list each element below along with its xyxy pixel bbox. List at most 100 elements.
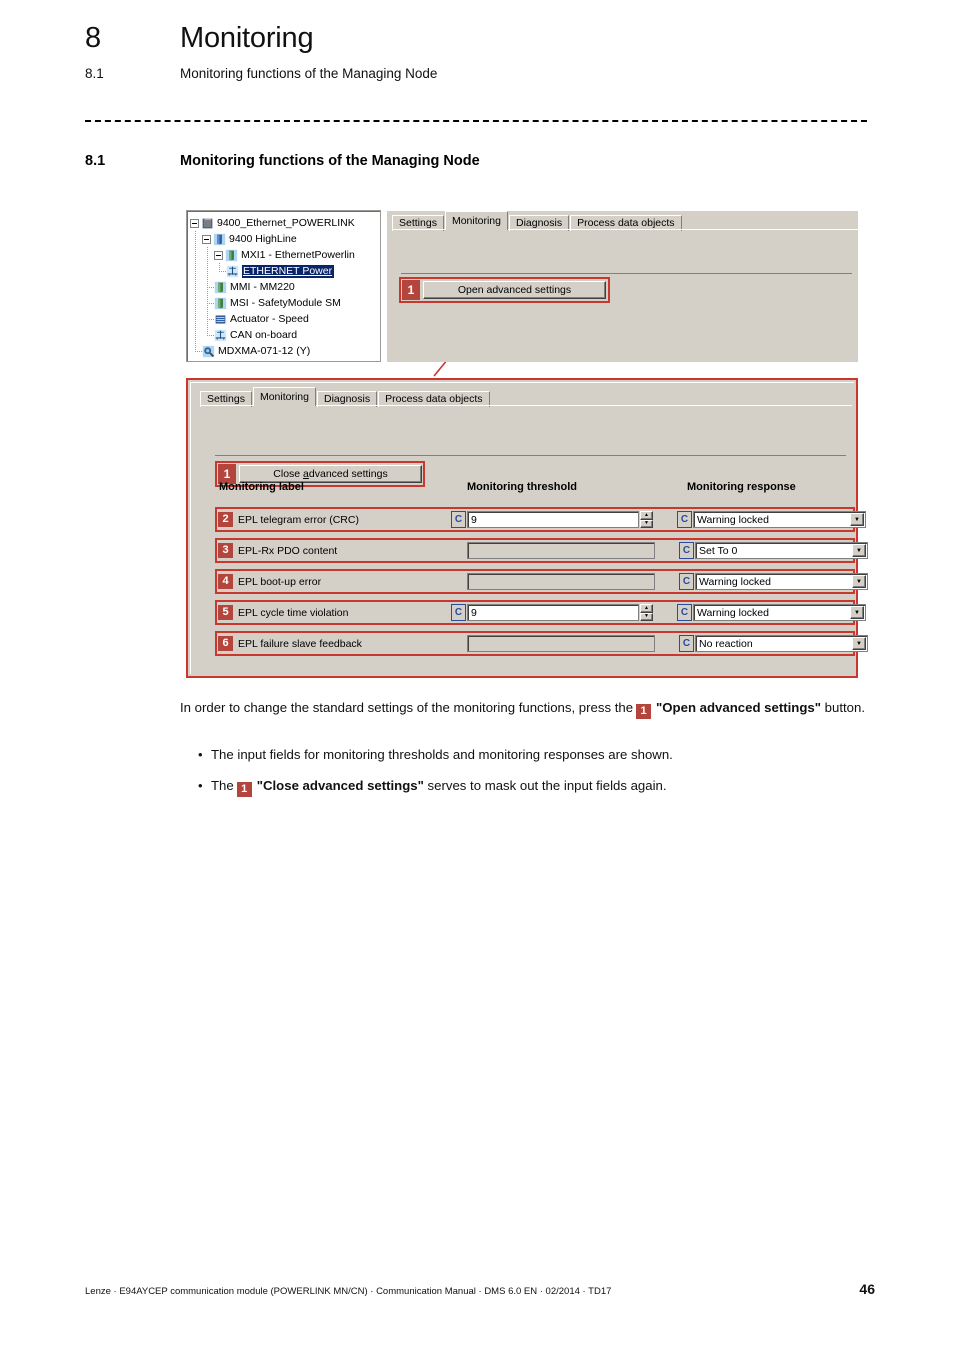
paragraph-bold: "Open advanced settings" bbox=[656, 700, 821, 715]
tree-node-label: 9400_Ethernet_POWERLINK bbox=[217, 216, 355, 229]
tree-guide bbox=[202, 263, 214, 279]
tree-guide bbox=[202, 295, 214, 311]
body-bullet-list: • The input fields for monitoring thresh… bbox=[198, 745, 878, 808]
tree-guide bbox=[202, 327, 214, 343]
lower-settings-panel: Settings Monitoring Diagnosis Process da… bbox=[186, 378, 868, 678]
tree-node-label: CAN on-board bbox=[230, 328, 298, 341]
tree-node-highline[interactable]: 9400 HighLine bbox=[190, 231, 380, 247]
expander-icon[interactable] bbox=[214, 250, 223, 260]
tree-guide bbox=[190, 327, 202, 343]
row-badge: 5 bbox=[218, 605, 233, 620]
response-select[interactable]: Set To 0 ▼ bbox=[695, 542, 868, 559]
row-badge: 3 bbox=[218, 543, 233, 558]
upper-tabstrip: Settings Monitoring Diagnosis Process da… bbox=[387, 211, 683, 231]
tree-node-actuator[interactable]: Actuator - Speed bbox=[190, 311, 380, 327]
table-row: 3 EPL-Rx PDO content C Set To 0 ▼ bbox=[215, 538, 868, 563]
row-label: EPL telegram error (CRC) bbox=[238, 513, 359, 526]
row-label: EPL failure slave feedback bbox=[238, 637, 362, 650]
open-advanced-settings-button[interactable]: Open advanced settings bbox=[423, 281, 606, 299]
threshold-input[interactable]: 9 bbox=[467, 511, 639, 528]
column-headers: Monitoring label Monitoring threshold Mo… bbox=[219, 481, 849, 497]
parameter-c-button[interactable]: C bbox=[677, 604, 692, 621]
separator-rule bbox=[401, 273, 852, 274]
response-value: Set To 0 bbox=[699, 544, 738, 557]
spinner-down-icon[interactable]: ▼ bbox=[640, 612, 653, 621]
parameter-c-button[interactable]: C bbox=[451, 511, 466, 528]
threshold-spinner[interactable]: ▲ ▼ bbox=[640, 604, 653, 621]
response-value: Warning locked bbox=[699, 575, 771, 588]
module-icon bbox=[225, 249, 238, 261]
tree-node-label: MSI - SafetyModule SM bbox=[230, 296, 341, 309]
project-icon bbox=[202, 217, 213, 228]
module-icon bbox=[214, 281, 227, 293]
threshold-input-disabled bbox=[467, 573, 655, 590]
tree-guide bbox=[190, 263, 202, 279]
spinner-up-icon[interactable]: ▲ bbox=[640, 511, 653, 520]
actuator-icon bbox=[215, 314, 226, 324]
tree-node-mmi[interactable]: MMI - MM220 bbox=[190, 279, 380, 295]
parameter-c-button[interactable]: C bbox=[677, 511, 692, 528]
tree-guide bbox=[214, 263, 226, 279]
tab-monitoring[interactable]: Monitoring bbox=[252, 387, 316, 406]
parameter-c-button[interactable]: C bbox=[451, 604, 466, 621]
row-label: EPL cycle time violation bbox=[238, 606, 349, 619]
paragraph-part1: In order to change the standard settings… bbox=[180, 700, 634, 715]
parameter-c-button[interactable]: C bbox=[679, 542, 694, 559]
body-paragraph: In order to change the standard settings… bbox=[180, 697, 870, 719]
spinner-up-icon[interactable]: ▲ bbox=[640, 604, 653, 613]
device-tree-panel[interactable]: 9400_Ethernet_POWERLINK 9400 HighLine MX… bbox=[186, 210, 381, 362]
expander-icon[interactable] bbox=[202, 234, 211, 244]
chevron-down-icon[interactable]: ▼ bbox=[850, 606, 864, 619]
threshold-spinner[interactable]: ▲ ▼ bbox=[640, 511, 653, 528]
bus-icon bbox=[214, 329, 227, 341]
spinner-down-icon[interactable]: ▼ bbox=[640, 519, 653, 528]
lower-tabstrip: Settings Monitoring Diagnosis Process da… bbox=[195, 387, 491, 407]
response-select[interactable]: Warning locked ▼ bbox=[693, 604, 866, 621]
bullet-dot: • bbox=[198, 747, 203, 762]
tree-node-label: 9400 HighLine bbox=[229, 232, 297, 245]
table-row: 2 EPL telegram error (CRC) C 9 ▲ ▼ C War… bbox=[215, 507, 866, 532]
page-number: 46 bbox=[859, 1281, 875, 1297]
tree-guide bbox=[202, 279, 214, 295]
parameter-c-button[interactable]: C bbox=[679, 635, 694, 652]
bus-icon bbox=[226, 265, 239, 277]
tree-node-ethernet-powerlink[interactable]: ETHERNET Power bbox=[190, 263, 380, 279]
tree-guide bbox=[190, 343, 202, 359]
tree-node-mxi1[interactable]: MXI1 - EthernetPowerlin bbox=[190, 247, 380, 263]
parameter-c-button[interactable]: C bbox=[679, 573, 694, 590]
tree-guide bbox=[202, 311, 214, 327]
tree-guide bbox=[202, 247, 214, 263]
row-badge: 6 bbox=[218, 636, 233, 651]
table-row: 5 EPL cycle time violation C 9 ▲ ▼ C War… bbox=[215, 600, 866, 625]
tab-monitoring[interactable]: Monitoring bbox=[444, 211, 508, 230]
tree-node-can-onboard[interactable]: CAN on-board bbox=[190, 327, 380, 343]
column-header-label: Monitoring label bbox=[219, 481, 304, 493]
callout-badge-1-upper: 1 bbox=[402, 280, 420, 300]
row-label: EPL boot-up error bbox=[238, 575, 322, 588]
paragraph-part2: button. bbox=[820, 700, 865, 715]
list-item: • The input fields for monitoring thresh… bbox=[198, 745, 878, 765]
chevron-down-icon[interactable]: ▼ bbox=[852, 637, 866, 650]
tree-node-project[interactable]: 9400_Ethernet_POWERLINK bbox=[190, 215, 380, 231]
column-header-response: Monitoring response bbox=[687, 481, 796, 493]
separator-rule bbox=[215, 455, 846, 456]
chevron-down-icon[interactable]: ▼ bbox=[852, 575, 866, 588]
response-select[interactable]: No reaction ▼ bbox=[695, 635, 868, 652]
response-value: Warning locked bbox=[697, 606, 769, 619]
close-advanced-settings-label: Close advanced settings bbox=[273, 468, 388, 480]
chevron-down-icon[interactable]: ▼ bbox=[852, 544, 866, 557]
response-select[interactable]: Warning locked ▼ bbox=[695, 573, 868, 590]
response-select[interactable]: Warning locked ▼ bbox=[693, 511, 866, 528]
column-header-threshold: Monitoring threshold bbox=[467, 481, 577, 493]
threshold-input[interactable]: 9 bbox=[467, 604, 639, 621]
chevron-down-icon[interactable]: ▼ bbox=[850, 513, 864, 526]
motor-icon bbox=[202, 345, 215, 357]
tree-node-msi[interactable]: MSI - SafetyModule SM bbox=[190, 295, 380, 311]
tree-node-motor[interactable]: MDXMA-071-12 (Y) bbox=[190, 343, 380, 359]
tree-guide bbox=[190, 247, 202, 263]
bullet-text: The input fields for monitoring threshol… bbox=[211, 747, 673, 762]
tree-node-label: MDXMA-071-12 (Y) bbox=[218, 344, 311, 357]
table-row: 6 EPL failure slave feedback C No reacti… bbox=[215, 631, 868, 656]
list-item: • The 1 "Close advanced settings" serves t… bbox=[198, 776, 878, 797]
expander-icon[interactable] bbox=[190, 218, 199, 228]
